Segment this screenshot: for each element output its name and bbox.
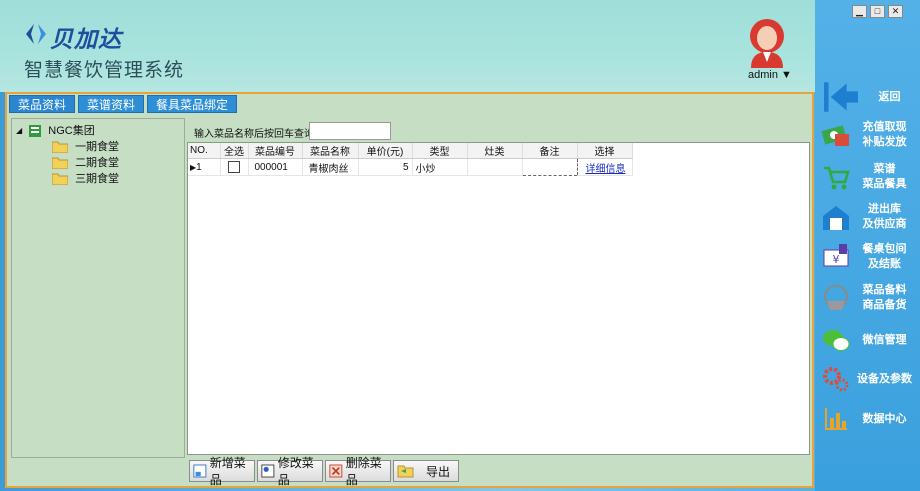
org-icon: [29, 125, 42, 138]
maximize-button[interactable]: □: [870, 5, 885, 18]
table-row[interactable]: ▶1 000001 青椒肉丝 5 小炒 详细信息: [188, 158, 633, 176]
delete-dish-button[interactable]: 删除菜品: [325, 456, 391, 487]
yen-bill-icon: ¥: [823, 244, 849, 267]
gear-icon: [823, 367, 849, 392]
col-code: 菜品编号: [248, 143, 303, 159]
tree-item-canteen-3[interactable]: 三期食堂: [52, 171, 119, 187]
detail-link[interactable]: 详细信息: [586, 164, 626, 175]
dish-table: NO. 全选 菜品编号 菜品名称 单价(元) 类型 灶类 备注 选择 ▶1 00…: [188, 143, 633, 176]
row-checkbox[interactable]: [228, 161, 240, 173]
row-stove[interactable]: [467, 158, 523, 176]
folder-open-icon: [397, 465, 414, 478]
main-panel: 菜品资料 菜谱资料 餐具菜品绑定 ◢ NGC集团 一期食堂 二期食堂 三期食堂 …: [5, 92, 814, 488]
col-type: 类型: [412, 143, 468, 159]
col-no: NO.: [188, 143, 221, 159]
app-brand: 贝加达: [50, 26, 122, 52]
nav-wechat[interactable]: 微信管理: [821, 325, 918, 355]
col-note: 备注: [522, 143, 578, 159]
col-action: 选择: [577, 143, 633, 159]
add-icon: [193, 464, 207, 478]
nav-data-center[interactable]: 数据中心: [821, 404, 918, 434]
tree-item-label: 二期食堂: [75, 157, 120, 170]
user-menu[interactable]: admin ▼: [748, 69, 792, 81]
logo-icon: [26, 24, 46, 44]
row-type: 小炒: [412, 158, 468, 176]
tab-tableware-binding[interactable]: 餐具菜品绑定: [147, 95, 238, 113]
tab-dish-info[interactable]: 菜品资料: [9, 95, 76, 113]
row-code: 000001: [248, 158, 303, 176]
folder-icon: [52, 157, 68, 170]
folder-icon: [52, 173, 68, 186]
minimize-button[interactable]: ▁: [852, 5, 867, 18]
add-dish-button[interactable]: 新增菜品: [189, 456, 255, 487]
collapse-icon[interactable]: ◢: [16, 126, 22, 135]
wechat-icon: [823, 330, 850, 351]
tab-bar: 菜品资料 菜谱资料 餐具菜品绑定: [9, 95, 238, 113]
action-bar: 新增菜品 修改菜品 删除菜品 导出: [189, 456, 459, 487]
nav-menu[interactable]: 菜谱 菜品餐具: [821, 162, 918, 192]
tab-menu-info[interactable]: 菜谱资料: [78, 95, 145, 113]
tree-item-label: 一期食堂: [75, 141, 120, 154]
search-input[interactable]: [309, 122, 391, 140]
nav-back[interactable]: 返回: [821, 80, 918, 114]
delete-icon: [329, 464, 343, 478]
row-name: 青椒肉丝: [302, 158, 359, 176]
edit-icon: [261, 464, 275, 478]
row-price: 5: [358, 158, 413, 176]
export-button[interactable]: 导出: [393, 460, 459, 482]
basket-icon: [824, 285, 848, 310]
warehouse-icon: [823, 206, 849, 230]
tree-root[interactable]: ◢ NGC集团: [16, 123, 95, 139]
tree-item-canteen-1[interactable]: 一期食堂: [52, 139, 119, 155]
app-subtitle: 智慧餐饮管理系统: [24, 60, 185, 81]
tree-item-label: 三期食堂: [75, 173, 120, 186]
row-detail-link[interactable]: 详细信息: [577, 158, 633, 176]
nav-inventory[interactable]: 进出库 及供应商: [821, 202, 918, 232]
tree-item-canteen-2[interactable]: 二期食堂: [52, 155, 119, 171]
nav-settings[interactable]: 设备及参数: [821, 364, 918, 394]
edit-dish-button[interactable]: 修改菜品: [257, 456, 323, 487]
dish-grid: NO. 全选 菜品编号 菜品名称 单价(元) 类型 灶类 备注 选择 ▶1 00…: [187, 142, 810, 455]
nav-recharge[interactable]: 充值取现 补贴发放: [821, 120, 918, 150]
row-checkbox-cell[interactable]: [220, 158, 249, 176]
close-button[interactable]: ✕: [888, 5, 903, 18]
avatar-icon[interactable]: [743, 16, 791, 68]
col-select-all[interactable]: 全选: [220, 143, 249, 159]
bar-chart-icon: [825, 408, 847, 430]
money-icon: [821, 125, 849, 146]
tree-root-label: NGC集团: [48, 125, 95, 138]
dish-content: 输入菜品名称后按回车查询 NO. 全选 菜品编号 菜品名称 单价(元) 类型 灶…: [185, 118, 810, 458]
back-arrow-icon: [824, 82, 858, 112]
col-stove: 灶类: [467, 143, 523, 159]
nav-stock[interactable]: 菜品备料 商品备货: [821, 283, 918, 313]
table-header-row: NO. 全选 菜品编号 菜品名称 单价(元) 类型 灶类 备注 选择: [188, 143, 633, 159]
row-no: ▶1: [188, 158, 221, 176]
right-sidebar: ▁ □ ✕ 返回 充值取现 补贴发放 菜谱 菜品餐具 进出库 及供应商 ¥ 餐桌…: [815, 0, 920, 491]
nav-tables[interactable]: ¥ 餐桌包间 及结账: [821, 242, 918, 272]
row-note[interactable]: [521, 158, 578, 176]
svg-text:¥: ¥: [833, 253, 840, 266]
canteen-tree: ◢ NGC集团 一期食堂 二期食堂 三期食堂: [11, 118, 185, 458]
app-header: 贝加达 智慧餐饮管理系统 admin ▼: [0, 0, 815, 92]
folder-icon: [52, 141, 68, 154]
col-price: 单价(元): [358, 143, 413, 159]
col-name: 菜品名称: [302, 143, 359, 159]
search-label: 输入菜品名称后按回车查询: [194, 129, 314, 140]
cart-icon: [824, 166, 850, 190]
